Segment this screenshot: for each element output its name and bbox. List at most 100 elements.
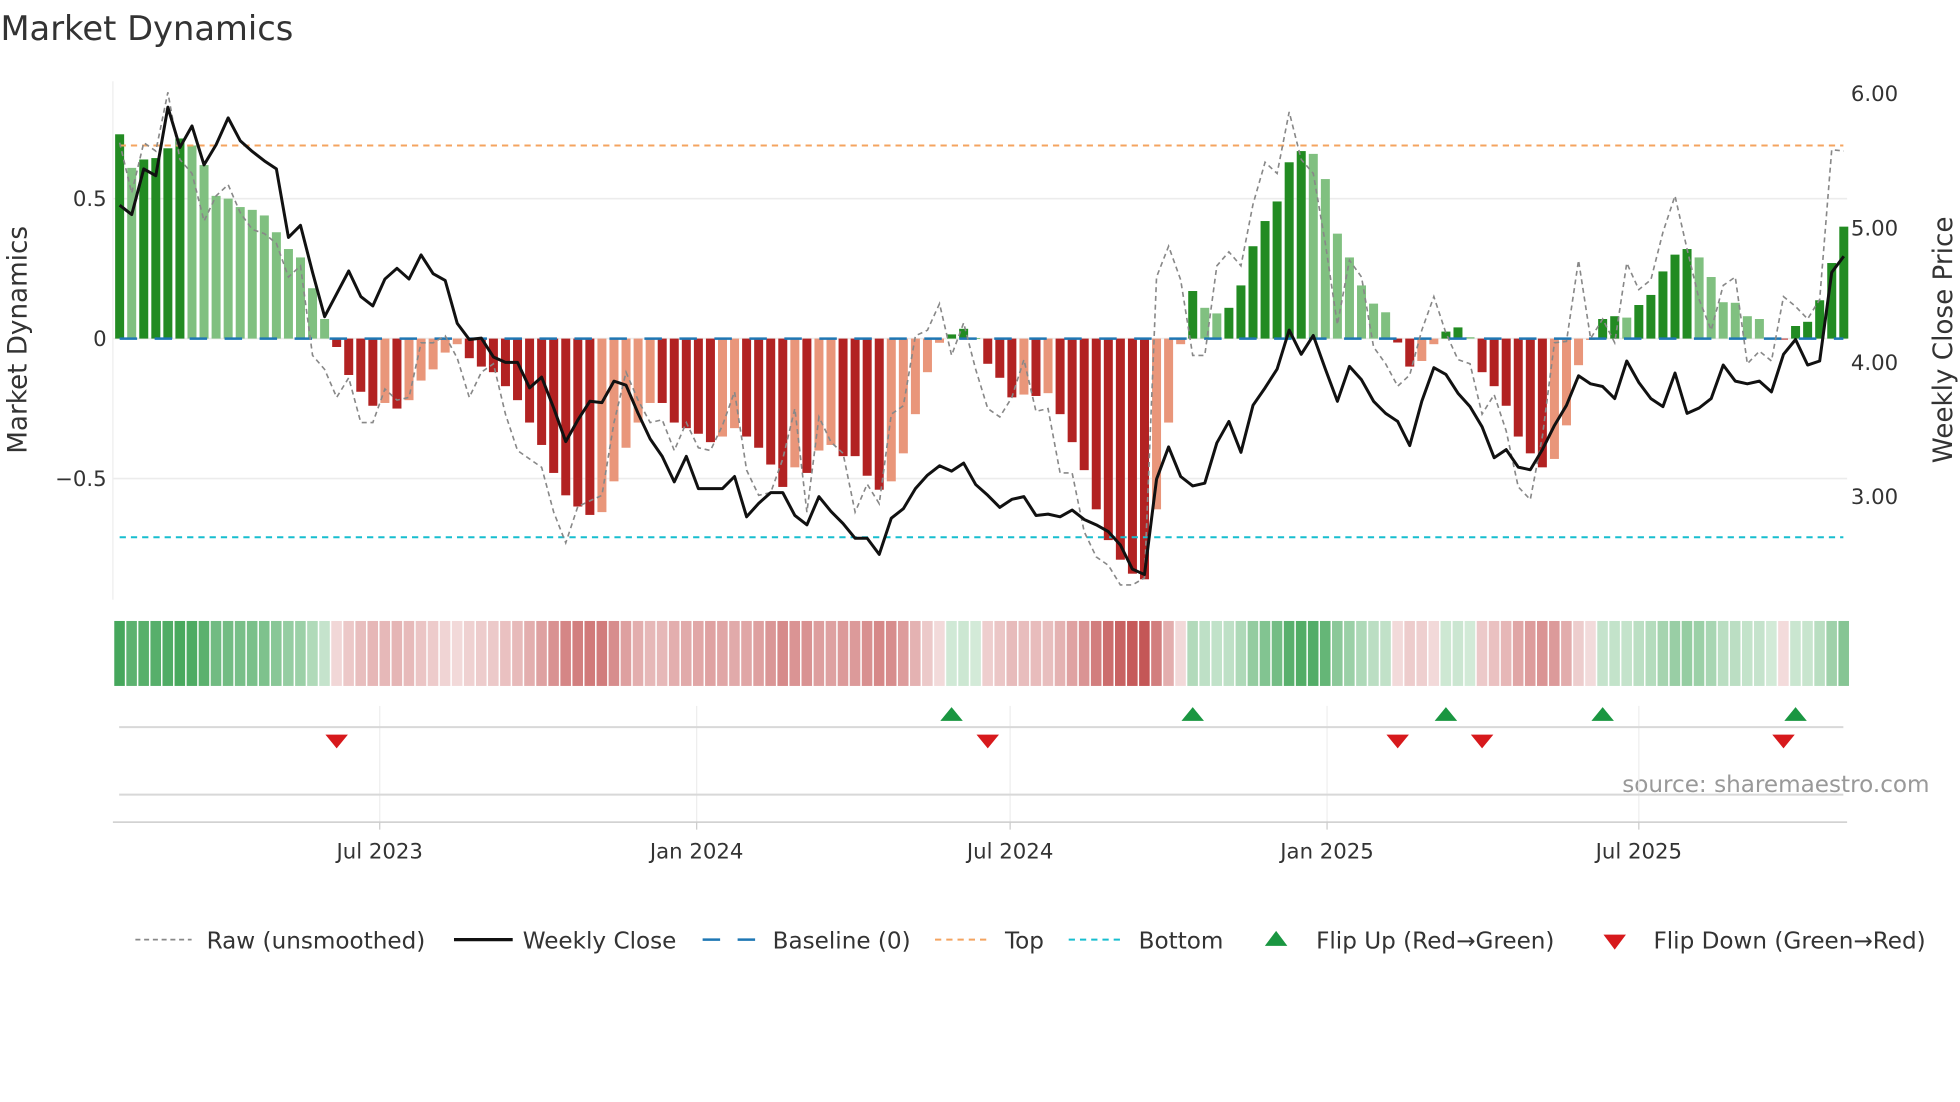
flip-up-marker <box>1591 707 1614 721</box>
dynamics-bar <box>1598 319 1608 339</box>
regime-heat-cell <box>849 620 861 686</box>
dynamics-bar <box>1344 257 1354 339</box>
regime-heat-cell <box>1404 620 1415 686</box>
regime-heat-cell <box>1741 620 1753 686</box>
dynamics-bar <box>669 338 679 423</box>
dynamics-bar <box>163 148 173 339</box>
regime-heat-cell <box>536 620 547 686</box>
regime-heat-cell <box>114 620 125 686</box>
regime-heat-cell <box>897 620 909 686</box>
legend-label-top: Top <box>1004 928 1044 954</box>
legend-label-bottom: Bottom <box>1139 928 1224 954</box>
dynamics-bar <box>1646 294 1656 339</box>
regime-heat-cell <box>1729 620 1741 686</box>
dynamics-bar <box>344 338 354 375</box>
regime-heat-cell <box>439 620 451 686</box>
regime-heat-cell <box>1175 620 1186 686</box>
y-tick-label: −0.5 <box>55 467 107 492</box>
dynamics-bar <box>1417 338 1427 361</box>
dynamics-bar <box>1212 313 1222 339</box>
regime-heat-cell <box>1006 620 1018 686</box>
regime-heat-cell <box>632 620 644 686</box>
flip-up-marker <box>1784 707 1807 721</box>
regime-heat-cell <box>644 620 656 686</box>
regime-heat-cell <box>680 620 692 686</box>
dynamics-bar <box>404 338 414 401</box>
regime-heat-cell <box>1392 620 1403 686</box>
regime-heat-cell <box>1139 620 1150 686</box>
dynamics-bar <box>1791 326 1801 339</box>
regime-heat-cell <box>1802 620 1813 686</box>
dynamics-bar <box>1224 307 1234 339</box>
dynamics-bar <box>332 338 342 347</box>
dynamics-bar <box>1320 179 1330 339</box>
regime-heat-cell <box>1163 620 1174 686</box>
regime-heat-cell <box>1199 620 1210 686</box>
dynamics-bar <box>681 338 691 429</box>
dynamics-bar <box>1694 257 1704 339</box>
dynamics-bar <box>247 209 257 339</box>
dynamics-bar <box>368 338 378 406</box>
regime-heat-cell <box>861 620 873 686</box>
regime-heat-cell <box>1524 620 1536 686</box>
regime-heat-cell <box>162 620 174 686</box>
regime-heat-cell <box>729 620 740 686</box>
regime-heat-cell <box>1790 620 1801 686</box>
regime-heat-cell <box>548 620 559 686</box>
regime-heat-cell <box>1440 620 1452 686</box>
dynamics-bar <box>1188 291 1198 339</box>
regime-heat-cell <box>753 620 764 686</box>
dynamics-bar <box>1308 153 1318 339</box>
legend-label-close: Weekly Close <box>523 928 677 954</box>
chart-title: Market Dynamics <box>0 9 293 48</box>
regime-heat-cell <box>246 620 258 686</box>
dynamics-bar <box>1477 338 1487 373</box>
dynamics-bar <box>717 338 727 437</box>
regime-heat-cell <box>837 620 849 686</box>
dynamics-bar <box>790 338 800 468</box>
dynamics-bar <box>1453 327 1463 339</box>
dynamics-bar <box>440 338 450 353</box>
legend-flip-down-icon <box>1603 934 1626 950</box>
regime-heat-cell <box>500 620 511 686</box>
regime-heat-cell <box>138 620 149 686</box>
dynamics-bar <box>898 338 908 454</box>
regime-heat-cell <box>1271 620 1283 686</box>
x-tick-label: Jul 2024 <box>965 839 1053 864</box>
regime-heat-cell <box>801 620 813 686</box>
regime-heat-cell <box>379 620 391 686</box>
regime-heat-cell <box>524 620 535 686</box>
regime-heat-cell <box>1536 620 1548 686</box>
regime-heat-cell <box>1488 620 1500 686</box>
dynamics-bar <box>995 338 1005 378</box>
flip-down-marker <box>1772 734 1795 749</box>
regime-heat-cell <box>656 620 668 686</box>
regime-heat-cell <box>186 620 198 686</box>
regime-heat-cell <box>1211 620 1223 686</box>
dynamics-bar <box>1115 338 1125 560</box>
dynamics-bar <box>742 338 752 437</box>
regime-heat-cell <box>777 620 788 686</box>
regime-heat-cell <box>1054 620 1066 686</box>
regime-heat-cell <box>560 620 571 686</box>
regime-heat-cell <box>1380 620 1391 686</box>
dynamics-bar <box>464 338 474 359</box>
regime-heat-cell <box>668 620 680 686</box>
flip-down-marker <box>1470 734 1494 749</box>
dynamics-bar <box>1248 246 1258 339</box>
y2-tick-label: 6.00 <box>1851 82 1898 107</box>
flip-up-marker <box>1434 707 1458 721</box>
dynamics-bar <box>1670 254 1680 339</box>
regime-heat-cell <box>1681 620 1693 686</box>
dynamics-bar <box>1513 338 1523 437</box>
regime-heat-cell <box>210 620 222 686</box>
regime-heat-cell <box>1078 620 1090 686</box>
legend-label-up: Flip Up (Red→Green) <box>1316 928 1554 954</box>
dynamics-bar <box>1164 338 1174 423</box>
regime-heat-cell <box>1645 620 1657 686</box>
dynamics-bar <box>922 338 932 373</box>
regime-heat-cell <box>1127 620 1138 686</box>
dynamics-bar <box>1236 285 1246 339</box>
regime-heat-cell <box>198 620 210 686</box>
regime-heat-cell <box>1549 620 1560 686</box>
